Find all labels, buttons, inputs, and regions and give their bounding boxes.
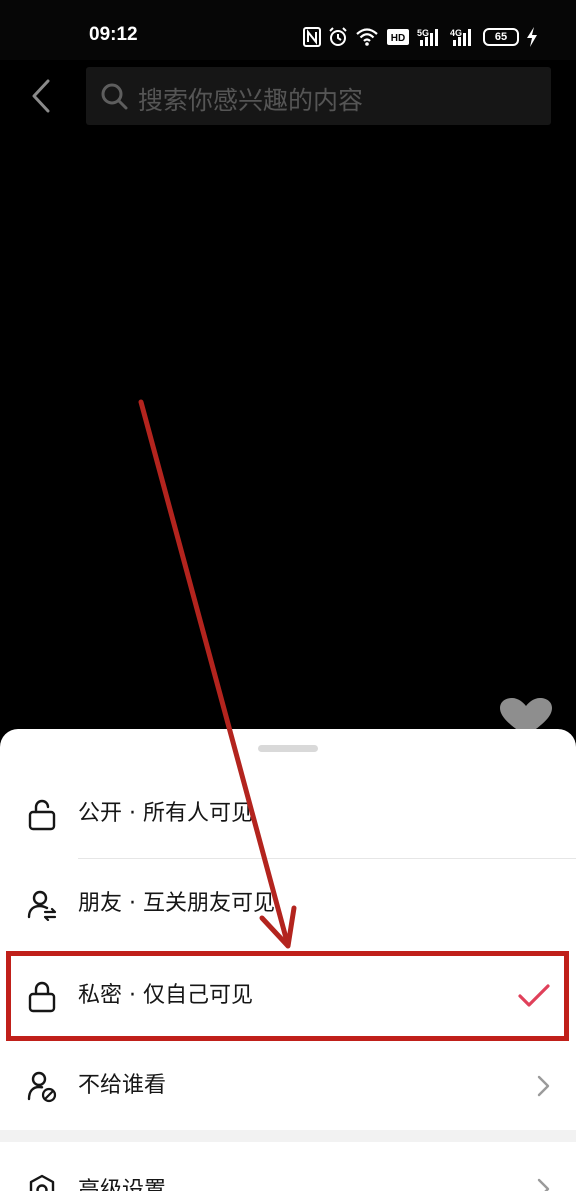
sheet-grabber[interactable] (258, 745, 318, 752)
wifi-icon (356, 28, 378, 46)
option-public[interactable]: 公开 · 所有人可见 (0, 769, 576, 859)
search-placeholder: 搜索你感兴趣的内容 (138, 86, 364, 115)
option-friends-label: 朋友 · 互关朋友可见 (78, 891, 275, 916)
search-input[interactable]: 搜索你感兴趣的内容 (86, 67, 551, 125)
status-time: 09:12 (89, 24, 138, 45)
hd-label: HD (391, 33, 405, 44)
signal-4g-icon: 4G (450, 28, 471, 46)
option-advanced-label: 高级设置 (78, 1178, 167, 1191)
settings-icon (29, 1174, 55, 1191)
option-hide-from-label: 不给谁看 (78, 1073, 167, 1098)
video-area[interactable] (0, 130, 576, 730)
alarm-icon (329, 27, 347, 46)
unlock-icon (28, 799, 56, 831)
hd-icon: HD (387, 29, 409, 45)
option-public-label: 公开 · 所有人可见 (78, 801, 253, 826)
option-hide-from[interactable]: 不给谁看 (0, 1041, 576, 1131)
signal-4g-label: 4G (450, 28, 462, 38)
search-icon (101, 83, 128, 110)
option-friends[interactable]: 朋友 · 互关朋友可见 (0, 859, 576, 949)
chevron-right-icon (537, 1075, 550, 1097)
option-advanced-settings[interactable]: 高级设置 (0, 1142, 576, 1191)
annotation-highlight-box (6, 951, 569, 1041)
status-icons: HD 5G 4G 65 (303, 24, 538, 50)
chevron-left-icon (32, 79, 50, 113)
battery-level: 65 (494, 31, 508, 43)
section-divider (0, 1130, 576, 1142)
nfc-icon (303, 27, 321, 47)
battery-icon: 65 (483, 28, 519, 46)
user-block-icon (27, 1071, 57, 1103)
friends-icon (27, 890, 57, 921)
chevron-right-icon (537, 1178, 550, 1191)
status-bar: 09:12 HD 5G 4G 65 (0, 0, 576, 60)
back-button[interactable] (24, 72, 58, 120)
signal-5g-label: 5G (417, 28, 429, 38)
signal-5g-icon: 5G (417, 28, 438, 46)
charging-icon (527, 27, 537, 47)
